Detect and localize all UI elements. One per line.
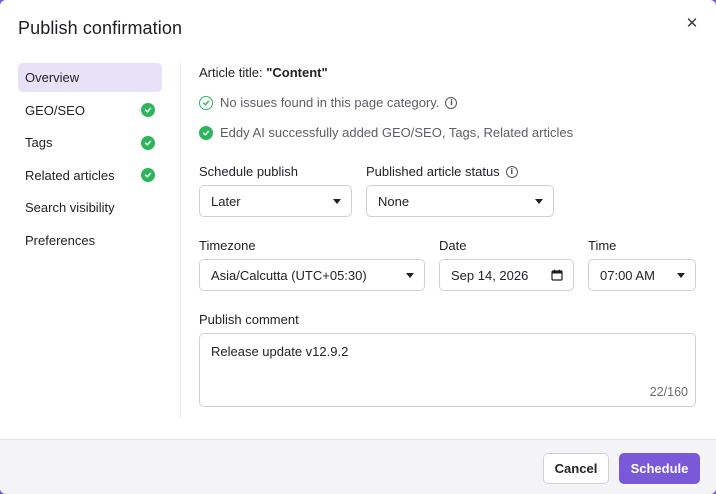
publish-comment-label: Publish comment	[199, 312, 299, 327]
sidebar-item-related-articles[interactable]: Related articles	[18, 161, 162, 190]
sidebar-item-geo-seo[interactable]: GEO/SEO	[18, 96, 162, 125]
info-icon[interactable]: i	[505, 165, 518, 178]
publish-comment-textarea[interactable]: Release update v12.9.2 22/160	[199, 333, 696, 407]
cancel-button[interactable]: Cancel	[543, 453, 609, 484]
sidebar-item-search-visibility[interactable]: Search visibility	[18, 193, 162, 222]
sidebar-nav: Overview GEO/SEO Tags Related articles S…	[18, 63, 162, 258]
check-circle-icon	[141, 135, 155, 150]
date-value: Sep 14, 2026	[451, 267, 529, 283]
caret-down-icon	[535, 199, 543, 204]
sidebar-item-label: Search visibility	[25, 200, 115, 215]
time-select[interactable]: 07:00 AM	[588, 259, 696, 291]
article-status-label-text: Published article status	[366, 164, 500, 179]
sidebar-item-label: Overview	[25, 70, 80, 85]
timezone-select[interactable]: Asia/Calcutta (UTC+05:30)	[199, 259, 425, 291]
status-text: Eddy AI successfully added GEO/SEO, Tags…	[220, 125, 574, 140]
date-label: Date	[439, 238, 467, 253]
status-eddy-ai: Eddy AI successfully added GEO/SEO, Tags…	[199, 125, 573, 140]
select-value: Asia/Calcutta (UTC+05:30)	[211, 267, 367, 283]
check-circle-icon	[141, 103, 155, 117]
sidebar-item-overview[interactable]: Overview	[18, 63, 162, 92]
comment-text: Release update v12.9.2	[211, 344, 349, 359]
dialog-footer: Cancel Schedule	[0, 439, 716, 494]
sidebar-divider	[180, 63, 181, 419]
sidebar-item-label: GEO/SEO	[25, 102, 85, 118]
date-input[interactable]: Sep 14, 2026	[439, 259, 574, 291]
schedule-publish-label: Schedule publish	[199, 164, 299, 179]
timezone-label: Timezone	[199, 238, 256, 253]
select-value: 07:00 AM	[600, 267, 655, 283]
schedule-publish-select[interactable]: Later	[199, 185, 352, 217]
time-label: Time	[588, 238, 617, 253]
article-status-select[interactable]: None	[366, 185, 554, 217]
select-value: Later	[211, 193, 241, 209]
caret-down-icon	[406, 273, 414, 278]
close-icon[interactable]: ✕	[682, 13, 702, 33]
caret-down-icon	[333, 199, 341, 204]
character-counter: 22/160	[649, 385, 688, 399]
publish-confirmation-dialog: Publish confirmation ✕ Overview GEO/SEO …	[0, 0, 716, 494]
schedule-button[interactable]: Schedule	[619, 453, 700, 484]
calendar-icon[interactable]	[551, 269, 563, 281]
check-circle-outline-icon	[199, 95, 213, 110]
check-circle-icon	[141, 168, 155, 182]
sidebar-item-label: Related articles	[25, 167, 115, 183]
dialog-title: Publish confirmation	[18, 18, 183, 38]
article-title: Article title: "Content"	[199, 65, 328, 80]
check-circle-icon	[199, 125, 213, 140]
article-status-label: Published article status i	[366, 164, 518, 179]
select-value: None	[378, 193, 410, 209]
article-title-value: "Content"	[266, 65, 328, 80]
article-title-label: Article title:	[199, 65, 263, 80]
sidebar-item-label: Tags	[25, 135, 53, 150]
sidebar-item-preferences[interactable]: Preferences	[18, 226, 162, 255]
caret-down-icon	[677, 273, 685, 278]
info-icon[interactable]: i	[445, 96, 458, 109]
status-no-issues: No issues found in this page category. i	[199, 95, 458, 110]
status-text: No issues found in this page category.	[220, 95, 440, 110]
sidebar-item-label: Preferences	[25, 232, 96, 248]
sidebar-item-tags[interactable]: Tags	[18, 128, 162, 157]
